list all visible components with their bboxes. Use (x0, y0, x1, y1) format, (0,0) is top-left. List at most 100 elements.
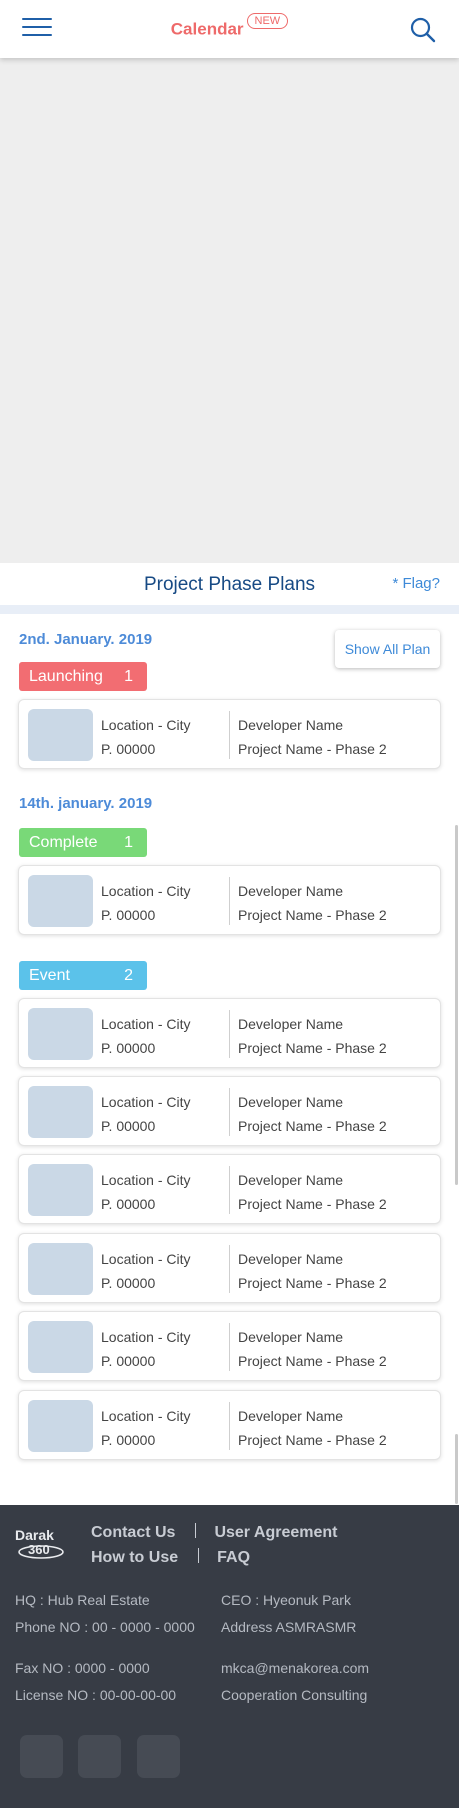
category-badge-event: Event 2 (19, 961, 147, 990)
category-label: Launching (29, 668, 103, 685)
category-badge-launching: Launching 1 (19, 662, 147, 691)
svg-text:360: 360 (28, 1542, 50, 1557)
social-icon-3[interactable] (137, 1735, 180, 1778)
category-badge-complete: Complete 1 (19, 828, 147, 857)
how-to-use-link[interactable]: How to Use (91, 1549, 178, 1566)
project-name: Project Name - Phase 2 (238, 1196, 387, 1212)
svg-text:Darak: Darak (15, 1527, 54, 1543)
project-name: Project Name - Phase 2 (238, 1040, 387, 1056)
scrollbar-secondary[interactable] (455, 1434, 458, 1504)
project-price: P. 00000 (101, 741, 156, 757)
project-thumbnail (28, 1164, 93, 1216)
category-label: Complete (29, 834, 98, 851)
social-icon-2[interactable] (78, 1735, 121, 1778)
project-price: P. 00000 (101, 1275, 156, 1291)
cooperation-text: Cooperation Consulting (221, 1687, 368, 1703)
social-icon-1[interactable] (20, 1735, 63, 1778)
project-price: P. 00000 (101, 1196, 156, 1212)
address-text: Address ASMRASMR (221, 1619, 357, 1635)
email-text[interactable]: mkca@menakorea.com (221, 1655, 369, 1682)
project-location: Location - City (101, 1408, 191, 1424)
project-price: P. 00000 (101, 1118, 156, 1134)
contact-us-link[interactable]: Contact Us (91, 1524, 175, 1541)
project-thumbnail (28, 1321, 93, 1373)
project-name: Project Name - Phase 2 (238, 907, 387, 923)
page-title-text: Calendar (170, 19, 244, 39)
project-location: Location - City (101, 1172, 191, 1188)
project-location: Location - City (101, 1016, 191, 1032)
section-title: Project Phase Plans (143, 574, 316, 595)
project-name: Project Name - Phase 2 (238, 1353, 387, 1369)
new-badge: NEW (246, 13, 289, 29)
project-location: Location - City (101, 1094, 191, 1110)
project-card[interactable]: Location - City P. 00000 Developer Name Pr… (18, 1154, 441, 1224)
flag-link[interactable]: * Flag? (392, 575, 440, 592)
card-divider (229, 1323, 230, 1371)
card-divider (229, 1402, 230, 1450)
page-title: Calendar NEW (0, 13, 459, 40)
license-text: License NO : 00-00-00-00 (15, 1687, 177, 1703)
scrollbar[interactable] (455, 825, 458, 1185)
darak-360-logo: Darak 360 (14, 1523, 66, 1563)
divider (0, 605, 459, 614)
search-icon[interactable] (409, 16, 437, 44)
footer: Darak 360 Contact Us User Agreement How t… (0, 1505, 459, 1808)
card-divider (229, 877, 230, 925)
project-developer: Developer Name (238, 1094, 344, 1110)
project-card[interactable]: Location - City P. 00000 Developer Name Pr… (18, 1311, 441, 1381)
category-count: 1 (124, 668, 133, 685)
project-price: P. 00000 (101, 1040, 156, 1056)
card-divider (229, 1245, 230, 1293)
section-title-bar: Project Phase Plans * Flag? (0, 563, 459, 605)
map-placeholder (0, 58, 459, 563)
company-info-left: HQ : Hub Real Estate Phone NO : 00 - 000… (15, 1587, 195, 1641)
footer-links: Contact Us User Agreement How to Use FAQ (91, 1520, 337, 1570)
hq-text: HQ : Hub Real Estate (15, 1592, 150, 1608)
category-count: 1 (124, 834, 133, 851)
project-developer: Developer Name (238, 1172, 344, 1188)
project-location: Location - City (101, 717, 191, 733)
project-location: Location - City (101, 1251, 191, 1267)
project-developer: Developer Name (238, 717, 344, 733)
project-card[interactable]: Location - City P. 00000 Developer Name Pr… (18, 1233, 441, 1303)
link-separator (195, 1523, 197, 1538)
card-divider (229, 1166, 230, 1214)
project-price: P. 00000 (101, 1353, 156, 1369)
card-divider (229, 1010, 230, 1058)
project-thumbnail (28, 709, 93, 761)
company-info-right: CEO : Hyeonuk Park Address ASMRASMR (221, 1587, 356, 1641)
project-card[interactable]: Location - City P. 00000 Developer Name Pr… (18, 998, 441, 1068)
category-label: Event (29, 967, 70, 984)
project-developer: Developer Name (238, 883, 344, 899)
project-name: Project Name - Phase 2 (238, 1432, 387, 1448)
project-developer: Developer Name (238, 1329, 344, 1345)
faq-link[interactable]: FAQ (217, 1549, 250, 1566)
date-label: 14th. january. 2019 (19, 795, 153, 812)
project-thumbnail (28, 1400, 93, 1452)
company-info-left-2: Fax NO : 0000 - 0000 License NO : 00-00-… (15, 1655, 176, 1709)
link-separator (198, 1548, 200, 1563)
project-thumbnail (28, 1008, 93, 1060)
project-price: P. 00000 (101, 1432, 156, 1448)
card-divider (229, 1088, 230, 1136)
project-name: Project Name - Phase 2 (238, 741, 387, 757)
project-card[interactable]: Location - City P. 00000 Developer Name Pr… (18, 699, 441, 769)
category-count: 2 (124, 967, 133, 984)
project-name: Project Name - Phase 2 (238, 1118, 387, 1134)
show-all-plan-button[interactable]: Show All Plan (335, 630, 440, 668)
fax-text: Fax NO : 0000 - 0000 (15, 1660, 150, 1676)
project-card[interactable]: Location - City P. 00000 Developer Name Pr… (18, 1076, 441, 1146)
project-developer: Developer Name (238, 1408, 344, 1424)
project-thumbnail (28, 875, 93, 927)
project-developer: Developer Name (238, 1016, 344, 1032)
project-location: Location - City (101, 883, 191, 899)
project-thumbnail (28, 1243, 93, 1295)
top-header: Calendar NEW (0, 0, 459, 58)
project-card[interactable]: Location - City P. 00000 Developer Name Pr… (18, 1390, 441, 1460)
project-card[interactable]: Location - City P. 00000 Developer Name Pr… (18, 865, 441, 935)
user-agreement-link[interactable]: User Agreement (214, 1524, 337, 1541)
ceo-text: CEO : Hyeonuk Park (221, 1592, 351, 1608)
project-location: Location - City (101, 1329, 191, 1345)
page: Calendar NEW Project Phase Plans * Flag? … (0, 0, 459, 1808)
project-developer: Developer Name (238, 1251, 344, 1267)
